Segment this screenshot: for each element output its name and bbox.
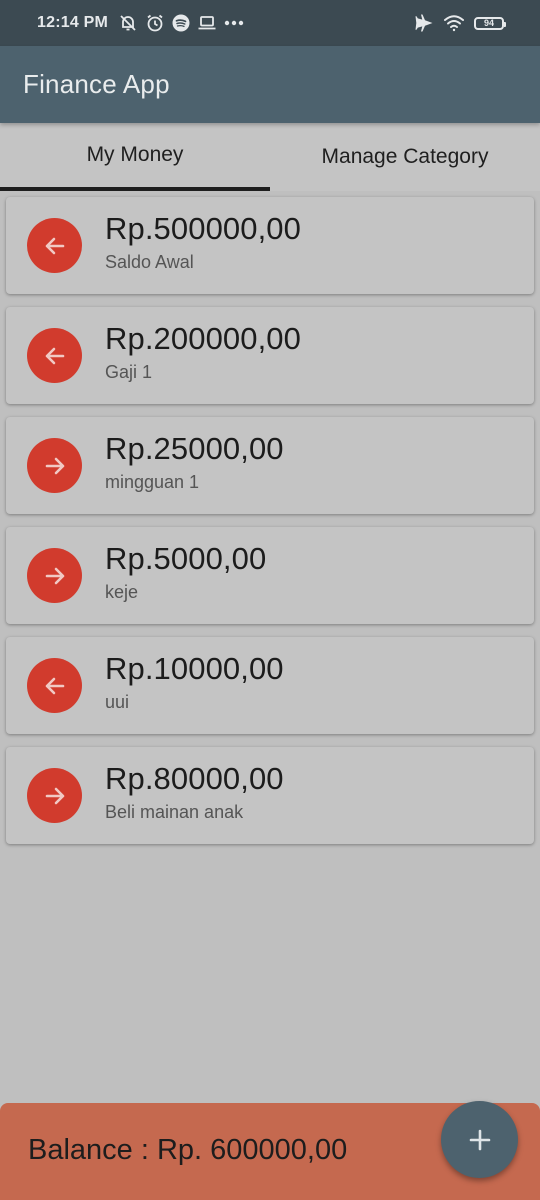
- transaction-description: Saldo Awal: [105, 252, 194, 272]
- laptop-icon: [197, 14, 217, 32]
- expense-badge: [27, 438, 82, 493]
- tab-my-money[interactable]: My Money: [0, 123, 270, 191]
- transaction-description: Gaji 1: [105, 362, 153, 382]
- income-badge: [27, 328, 82, 383]
- transaction-amount: Rp.500000,00: [105, 211, 301, 246]
- transaction-card[interactable]: Rp.5000,00 keje: [6, 527, 534, 624]
- transaction-description: keje: [105, 582, 139, 602]
- transaction-card[interactable]: Rp.200000,00 Gaji 1: [6, 307, 534, 404]
- status-left-icons: [118, 13, 244, 33]
- transaction-amount: Rp.200000,00: [105, 321, 301, 356]
- transaction-amount: Rp.25000,00: [105, 431, 284, 466]
- transaction-description: uui: [105, 692, 130, 712]
- transaction-card[interactable]: Rp.500000,00 Saldo Awal: [6, 197, 534, 294]
- status-bar: 12:14 PM 94: [0, 0, 540, 46]
- transaction-description: mingguan 1: [105, 472, 200, 492]
- arrow-left-icon: [45, 237, 64, 254]
- expense-badge: [27, 548, 82, 603]
- transaction-card[interactable]: Rp.80000,00 Beli mainan anak: [6, 747, 534, 844]
- tab-label: Manage Category: [321, 145, 489, 168]
- arrow-left-icon: [45, 677, 64, 694]
- status-right-icons: 94: [414, 13, 506, 33]
- income-badge: [27, 218, 82, 273]
- arrow-left-icon: [45, 347, 64, 364]
- notifications-off-icon: [118, 13, 138, 33]
- expense-badge: [27, 768, 82, 823]
- battery-level: 94: [483, 17, 494, 28]
- transaction-card[interactable]: Rp.10000,00 uui: [6, 637, 534, 734]
- plus-icon: [469, 1129, 490, 1150]
- alarm-icon: [145, 13, 165, 33]
- arrow-right-icon: [45, 457, 64, 474]
- app-title: Finance App: [23, 69, 170, 99]
- balance-text: Balance : Rp. 600000,00: [28, 1134, 348, 1166]
- transaction-card[interactable]: Rp.25000,00 mingguan 1: [6, 417, 534, 514]
- tab-bar: My Money Manage Category: [0, 123, 540, 191]
- battery-icon: 94: [474, 16, 506, 30]
- arrow-right-icon: [45, 567, 64, 584]
- spotify-icon: [172, 14, 190, 32]
- transaction-amount: Rp.80000,00: [105, 761, 284, 796]
- income-badge: [27, 658, 82, 713]
- arrow-right-icon: [45, 787, 64, 804]
- transaction-description: Beli mainan anak: [105, 802, 244, 822]
- transaction-amount: Rp.10000,00: [105, 651, 284, 686]
- wifi-icon: [443, 14, 465, 32]
- app-bar: Finance App: [0, 46, 540, 123]
- status-time: 12:14 PM: [37, 14, 108, 31]
- tab-label: My Money: [86, 143, 184, 166]
- tab-manage-category[interactable]: Manage Category: [270, 123, 540, 191]
- add-transaction-button[interactable]: [441, 1101, 518, 1178]
- airplane-mode-icon: [414, 13, 434, 33]
- more-dots-icon: [224, 20, 244, 26]
- transaction-amount: Rp.5000,00: [105, 541, 267, 576]
